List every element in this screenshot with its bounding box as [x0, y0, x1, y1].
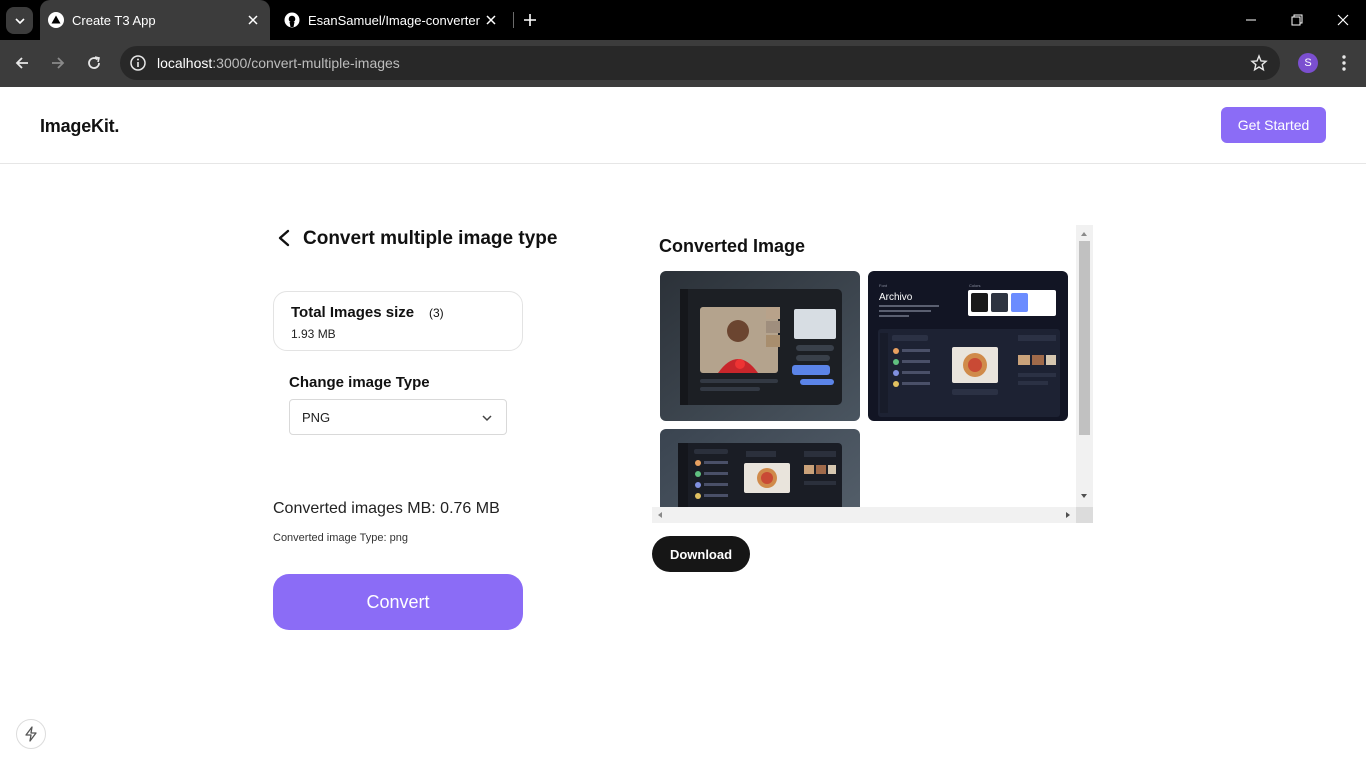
- total-size-label: Total Images size: [291, 304, 415, 321]
- total-size-card: Total Images size (3) 1.93 MB: [273, 291, 523, 351]
- scroll-down-icon[interactable]: [1079, 491, 1089, 501]
- more-vertical-icon: [1342, 55, 1346, 71]
- bookmark-star-icon[interactable]: [1250, 54, 1268, 72]
- converted-images-viewport[interactable]: Converted Image Font Archivo Colors: [652, 225, 1076, 507]
- reload-button[interactable]: [83, 52, 105, 74]
- page-title: Convert multiple image type: [303, 228, 558, 249]
- converted-images-panel: Converted Image Font Archivo Colors: [652, 225, 1093, 523]
- plus-icon: [524, 14, 536, 26]
- horizontal-scrollbar[interactable]: [652, 507, 1076, 523]
- scrollbar-corner: [1076, 507, 1093, 523]
- profile-avatar[interactable]: S: [1298, 53, 1318, 73]
- tab-create-t3-app[interactable]: Create T3 App: [40, 0, 270, 40]
- get-started-button[interactable]: Get Started: [1221, 107, 1326, 143]
- tab-github-repo[interactable]: EsanSamuel/Image-converter: [276, 0, 508, 40]
- chevron-down-icon: [14, 17, 25, 24]
- arrow-left-icon: [15, 57, 28, 69]
- scroll-up-icon[interactable]: [1079, 229, 1089, 239]
- image-type-select[interactable]: PNG: [289, 399, 507, 435]
- close-window-button[interactable]: [1331, 8, 1355, 32]
- tab-title: Create T3 App: [72, 13, 156, 28]
- converted-size-text: Converted images MB: 0.76 MB: [273, 500, 500, 517]
- site-logo[interactable]: ImageKit.: [40, 116, 119, 137]
- minimize-icon: [1246, 19, 1256, 21]
- url-host: localhost: [157, 55, 213, 71]
- close-icon: [248, 15, 258, 25]
- svg-text:Colors: Colors: [969, 283, 981, 288]
- scroll-right-icon[interactable]: [1063, 510, 1073, 520]
- style-guide-screenshot-image: Font Archivo Colors: [868, 271, 1068, 421]
- total-size-value: 1.93 MB: [291, 327, 336, 341]
- tab-separator: [513, 12, 514, 28]
- github-icon: [284, 12, 300, 28]
- url-text[interactable]: localhost:3000/convert-multiple-images: [157, 55, 400, 71]
- tab-search-button[interactable]: [6, 7, 33, 34]
- url-path: :3000/convert-multiple-images: [212, 55, 400, 71]
- restore-icon: [1291, 14, 1303, 26]
- restore-button[interactable]: [1285, 8, 1309, 32]
- converted-image-thumbnail[interactable]: Font Archivo Colors: [868, 271, 1068, 421]
- dashboard-screenshot-image: [660, 429, 860, 507]
- vertical-scrollbar[interactable]: [1076, 225, 1093, 507]
- arrow-right-icon: [52, 57, 65, 69]
- scroll-left-icon[interactable]: [655, 510, 665, 520]
- browser-toolbar: localhost:3000/convert-multiple-images S: [0, 40, 1366, 87]
- tab-close-button[interactable]: [244, 11, 262, 29]
- selected-type: PNG: [302, 410, 331, 425]
- lightning-bolt-icon: [25, 726, 37, 742]
- converted-type-text: Converted image Type: png: [273, 532, 408, 544]
- svg-text:Font: Font: [879, 283, 888, 288]
- tab-title: EsanSamuel/Image-converter: [308, 13, 480, 28]
- reload-icon: [88, 56, 100, 69]
- tab-close-button[interactable]: [482, 11, 500, 29]
- back-button[interactable]: [11, 52, 33, 74]
- minimize-button[interactable]: [1239, 8, 1263, 32]
- vertical-scroll-thumb[interactable]: [1079, 241, 1090, 435]
- sample-font-name: Archivo: [879, 292, 913, 303]
- converted-image-heading: Converted Image: [659, 236, 806, 256]
- dev-tools-badge[interactable]: [16, 719, 46, 749]
- convert-button[interactable]: Convert: [273, 574, 523, 630]
- download-button[interactable]: Download: [652, 536, 750, 572]
- converted-image-thumbnail[interactable]: [660, 271, 860, 421]
- chevron-down-icon: [482, 415, 492, 422]
- site-info-icon[interactable]: [129, 54, 147, 72]
- change-type-label: Change image Type: [289, 374, 430, 391]
- converted-image-thumbnail[interactable]: [660, 429, 860, 507]
- site-navbar: ImageKit. Get Started: [0, 87, 1366, 164]
- triangle-favicon-icon: [48, 12, 64, 28]
- address-bar[interactable]: localhost:3000/convert-multiple-images: [120, 46, 1280, 80]
- back-arrow-icon[interactable]: [275, 228, 293, 248]
- browser-tab-strip: Create T3 App EsanSamuel/Image-converter: [0, 0, 1366, 40]
- close-icon: [486, 15, 496, 25]
- new-tab-button[interactable]: [520, 10, 540, 30]
- forward-button[interactable]: [47, 52, 69, 74]
- browser-menu-button[interactable]: [1334, 52, 1354, 74]
- page-content: ImageKit. Get Started Convert multiple i…: [0, 87, 1366, 768]
- image-count-badge: (3): [429, 306, 444, 320]
- close-icon: [1337, 14, 1349, 26]
- video-call-screenshot-image: [660, 271, 860, 421]
